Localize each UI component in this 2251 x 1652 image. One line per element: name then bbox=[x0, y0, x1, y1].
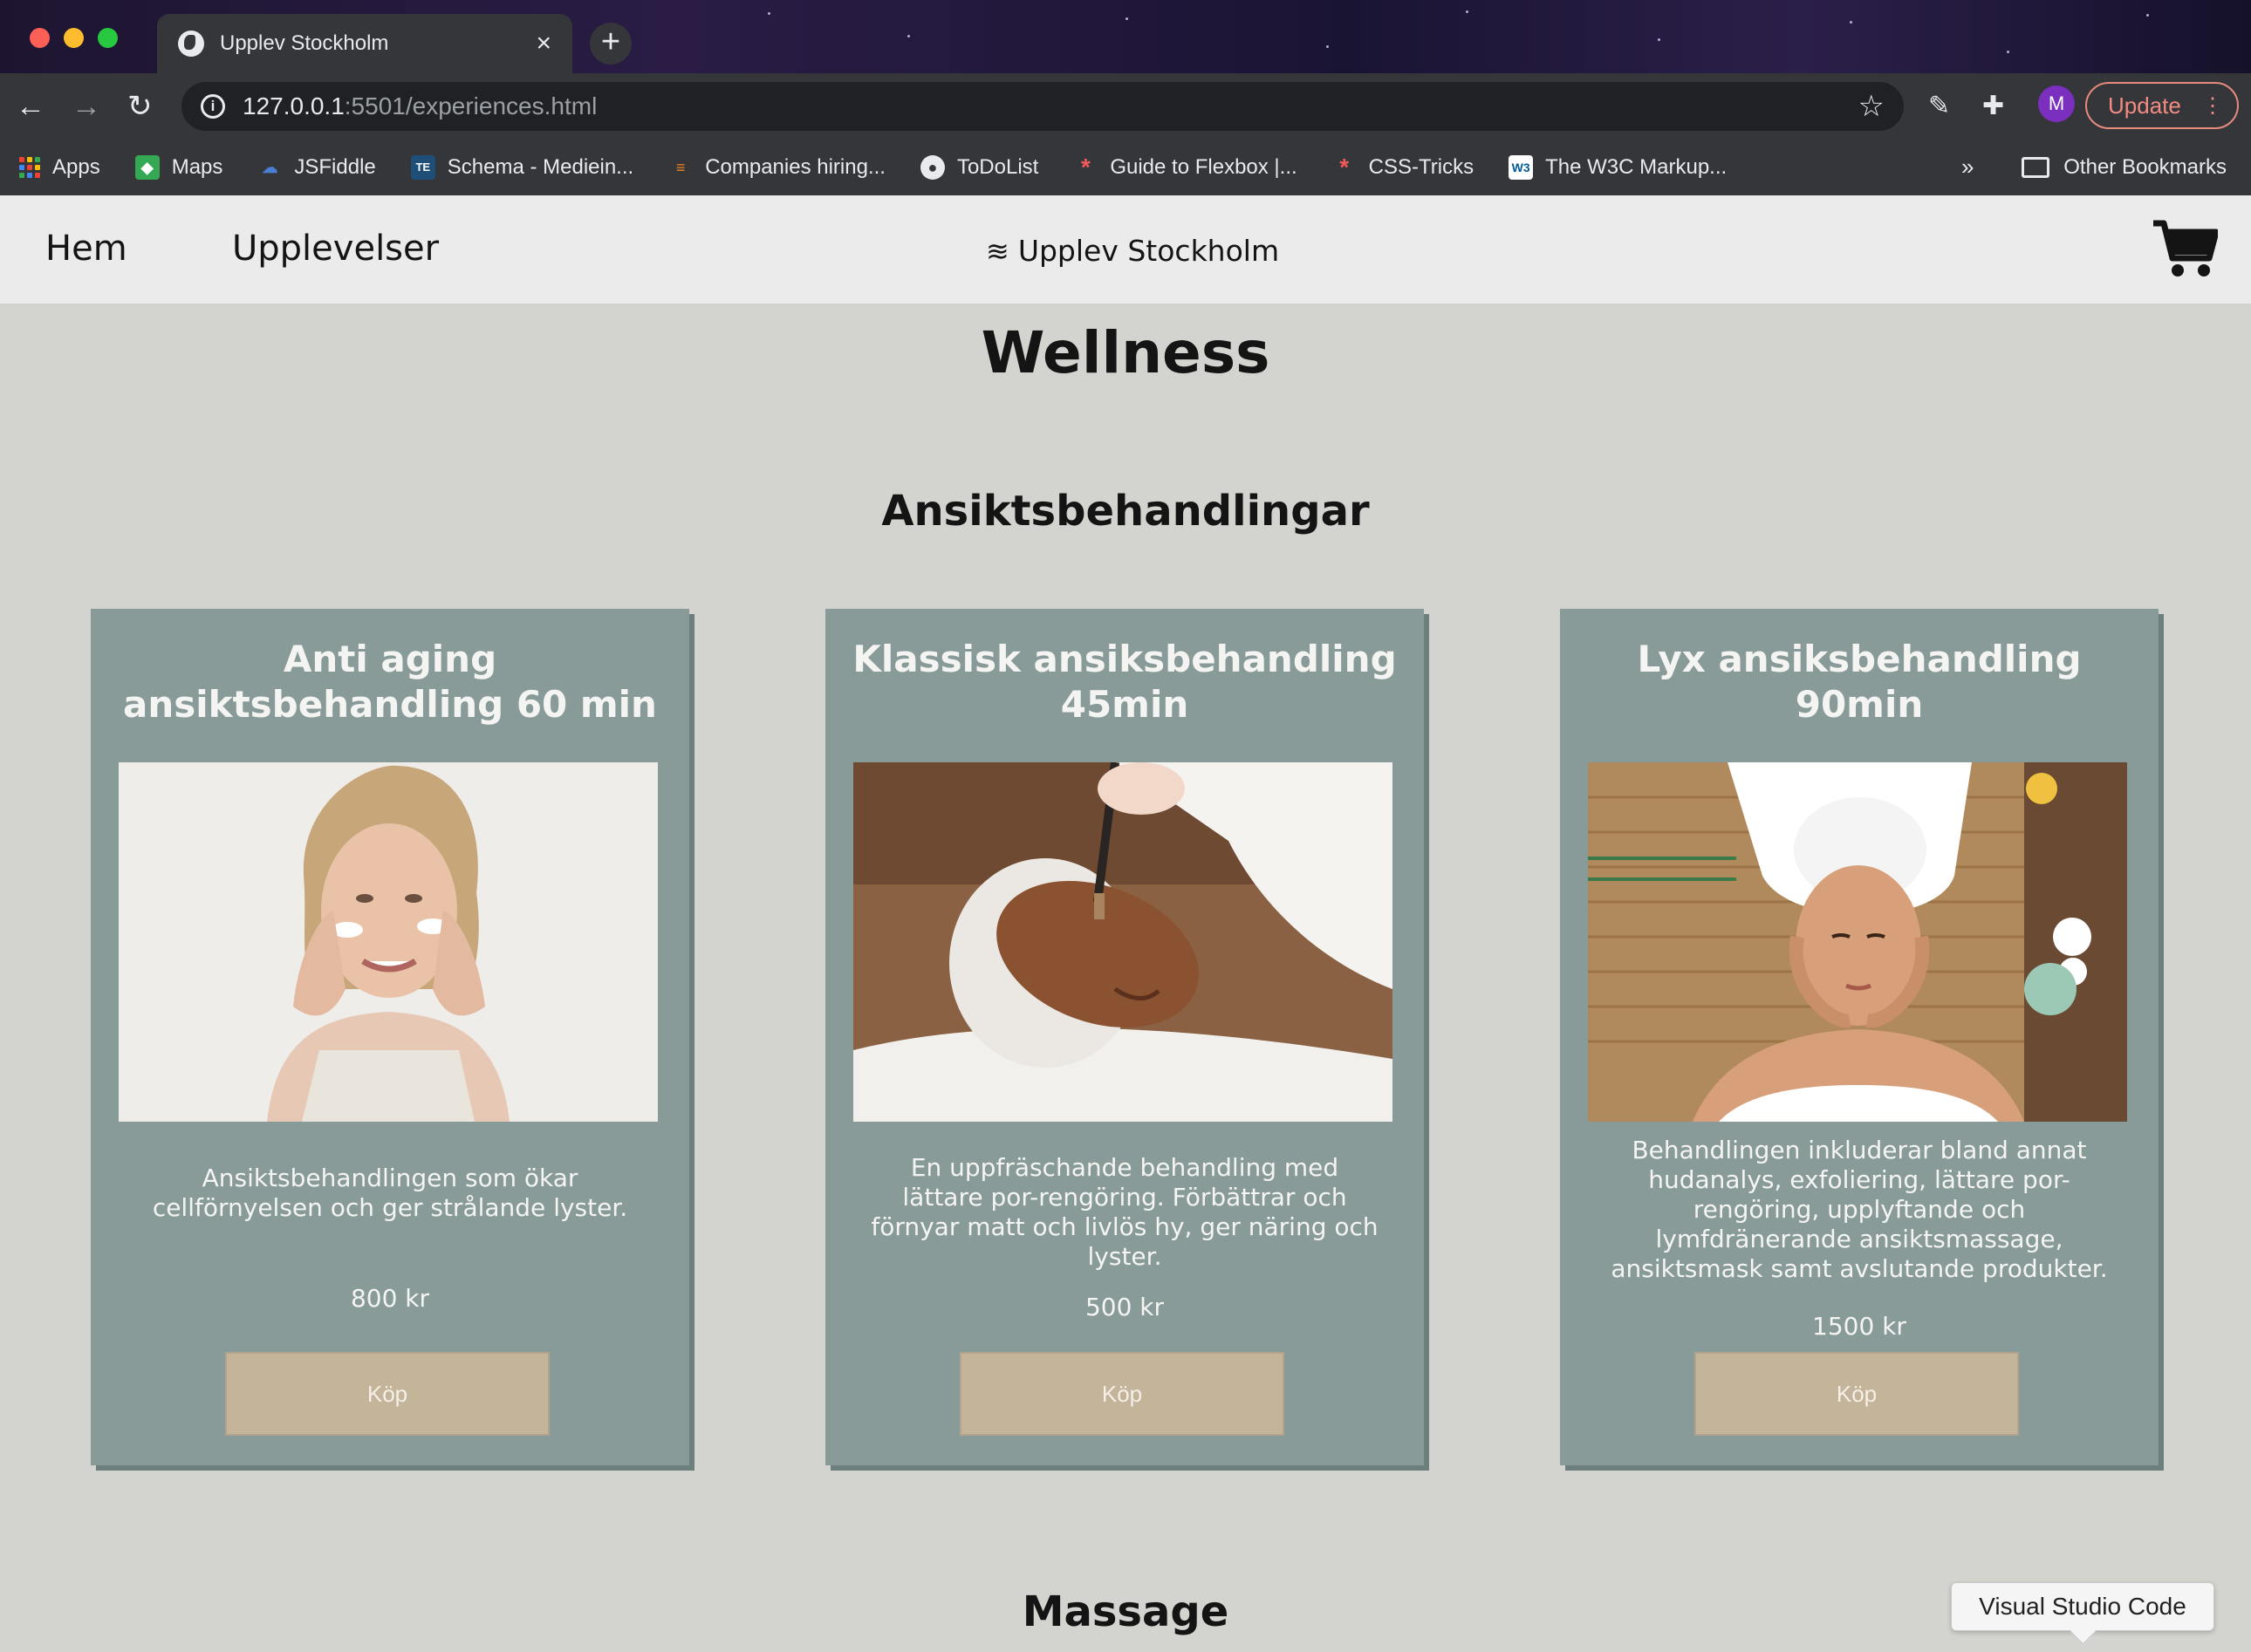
bookmark-label: JSFiddle bbox=[294, 155, 376, 179]
buy-button[interactable]: Köp bbox=[960, 1352, 1284, 1436]
update-button[interactable]: Update ⋮ bbox=[2085, 82, 2239, 129]
background-star bbox=[1466, 10, 1468, 13]
maximize-window-button[interactable] bbox=[98, 28, 118, 48]
bookmark-label: CSS-Tricks bbox=[1368, 155, 1474, 179]
bookmark-label: The W3C Markup... bbox=[1545, 155, 1728, 179]
wind-icon: ≋ bbox=[986, 234, 1009, 268]
site-header: Hem Upplevelser ≋ Upplev Stockholm bbox=[0, 195, 2251, 304]
bookmark-jsfiddle[interactable]: ☁ JSFiddle bbox=[257, 155, 375, 180]
close-tab-icon[interactable]: × bbox=[536, 29, 551, 58]
background-star bbox=[2146, 14, 2149, 17]
url-path: :5501/experiences.html bbox=[344, 92, 598, 119]
spa-massage-photo bbox=[1588, 762, 2127, 1122]
shopping-cart-icon[interactable] bbox=[2152, 218, 2218, 279]
clay-mask-photo bbox=[853, 762, 1392, 1122]
nav-link-experiences[interactable]: Upplevelser bbox=[232, 229, 439, 269]
info-icon[interactable]: i bbox=[201, 94, 225, 119]
background-star bbox=[1658, 38, 1660, 41]
card-price: 800 kr bbox=[350, 1284, 430, 1313]
card-description: Ansiktsbehandlingen som ökar cellförnyel… bbox=[152, 1164, 628, 1222]
address-bar[interactable]: i 127.0.0.1 :5501/experiences.html ☆ bbox=[181, 82, 1904, 131]
buy-button[interactable]: Köp bbox=[225, 1352, 550, 1436]
nav-link-home[interactable]: Hem bbox=[45, 229, 127, 269]
card-description: En uppfräschande behandling med lättare … bbox=[871, 1153, 1379, 1271]
forward-arrow-icon[interactable]: → bbox=[72, 89, 101, 124]
bookmark-label: Companies hiring... bbox=[705, 155, 886, 179]
folder-icon bbox=[2022, 157, 2050, 178]
eyedropper-extension-icon[interactable]: ✎ bbox=[1928, 91, 1950, 121]
background-star bbox=[1126, 17, 1128, 20]
menu-dots-icon: ⋮ bbox=[2202, 93, 2223, 118]
profile-avatar[interactable]: M bbox=[2038, 85, 2075, 122]
bookmark-label: Guide to Flexbox |... bbox=[1110, 155, 1297, 179]
section-title-massage: Massage bbox=[1022, 1587, 1229, 1636]
bookmark-label: ToDoList bbox=[956, 155, 1039, 179]
other-bookmarks[interactable]: Other Bookmarks bbox=[2022, 140, 2227, 195]
extensions-puzzle-icon[interactable]: ✚ bbox=[1982, 91, 2004, 121]
bookmarks-bar: Apps ◆ Maps ☁ JSFiddle TE Schema - Medie… bbox=[0, 140, 2251, 195]
section-title-facials: Ansiktsbehandlingar bbox=[881, 487, 1370, 536]
csstricks-icon: * bbox=[1080, 154, 1091, 181]
dock-tooltip: Visual Studio Code bbox=[1951, 1582, 2214, 1631]
bookmark-maps[interactable]: ◆ Maps bbox=[134, 155, 223, 180]
globe-icon bbox=[178, 31, 204, 57]
background-star bbox=[1326, 45, 1329, 48]
card-price: 1500 kr bbox=[1812, 1312, 1906, 1341]
product-card: Anti aging ansiktsbehandling 60 min Ansi… bbox=[91, 609, 689, 1465]
back-arrow-icon[interactable]: ← bbox=[16, 89, 45, 124]
close-window-button[interactable] bbox=[30, 28, 50, 48]
jsfiddle-icon: ☁ bbox=[262, 159, 278, 176]
page-title: Wellness bbox=[981, 319, 1270, 386]
card-image bbox=[119, 762, 658, 1122]
card-image bbox=[1588, 762, 2127, 1122]
card-title: Anti aging ansiktsbehandling 60 min bbox=[123, 638, 657, 726]
tab-title: Upplev Stockholm bbox=[220, 31, 389, 55]
apps-grid-icon bbox=[19, 157, 40, 178]
more-bookmarks-chevron[interactable]: » bbox=[1961, 154, 1974, 181]
bookmark-star-icon[interactable]: ☆ bbox=[1858, 89, 1885, 124]
url-host: 127.0.0.1 bbox=[243, 92, 345, 119]
background-star bbox=[1850, 21, 1852, 24]
browser-toolbar: ← → ↻ i 127.0.0.1 :5501/experiences.html… bbox=[0, 73, 2251, 140]
product-card: Lyx ansiksbehandling 90min Behandlingen … bbox=[1560, 609, 2159, 1465]
card-price: 500 kr bbox=[1084, 1293, 1165, 1321]
bookmark-todolist[interactable]: ● ToDoList bbox=[920, 155, 1038, 180]
bookmark-flexbox-guide[interactable]: * Guide to Flexbox |... bbox=[1073, 155, 1297, 180]
brand-name: Upplev Stockholm bbox=[1017, 234, 1280, 268]
other-bookmarks-label: Other Bookmarks bbox=[2063, 155, 2227, 179]
csstricks-icon: * bbox=[1339, 154, 1350, 181]
bookmark-apps[interactable]: Apps bbox=[19, 155, 100, 180]
bookmark-schema[interactable]: TE Schema - Mediein... bbox=[410, 155, 634, 180]
te-icon: TE bbox=[410, 155, 435, 180]
background-star bbox=[907, 35, 910, 38]
globe-icon: ● bbox=[920, 155, 945, 180]
bookmark-companies-hiring[interactable]: ≡ Companies hiring... bbox=[668, 155, 886, 180]
card-title: Klassisk ansiksbehandling 45min bbox=[852, 638, 1397, 726]
card-image bbox=[853, 762, 1392, 1122]
older-woman-photo bbox=[119, 762, 658, 1122]
active-tab[interactable]: Upplev Stockholm × bbox=[157, 14, 572, 73]
card-title: Lyx ansiksbehandling 90min bbox=[1637, 638, 2082, 726]
browser-tab-bar: Upplev Stockholm × + bbox=[0, 0, 2251, 73]
bookmark-label: Maps bbox=[171, 155, 223, 179]
product-card: Klassisk ansiksbehandling 45min En uppfr… bbox=[825, 609, 1424, 1465]
background-star bbox=[2007, 51, 2009, 53]
stackoverflow-icon: ≡ bbox=[675, 159, 686, 176]
brand-logo[interactable]: ≋ Upplev Stockholm bbox=[986, 234, 1279, 268]
maps-icon: ◆ bbox=[134, 155, 160, 180]
bookmark-w3c-markup[interactable]: W3 The W3C Markup... bbox=[1509, 155, 1727, 180]
buy-button[interactable]: Köp bbox=[1694, 1352, 2019, 1436]
update-label: Update bbox=[2108, 92, 2181, 119]
w3c-icon: W3 bbox=[1509, 155, 1534, 180]
new-tab-button[interactable]: + bbox=[590, 23, 632, 65]
bookmark-label: Apps bbox=[52, 155, 100, 179]
background-star bbox=[768, 12, 770, 15]
card-description: Behandlingen inkluderar bland annat huda… bbox=[1611, 1136, 2108, 1283]
minimize-window-button[interactable] bbox=[64, 28, 84, 48]
reload-icon[interactable]: ↻ bbox=[127, 89, 153, 124]
bookmark-css-tricks[interactable]: * CSS-Tricks bbox=[1332, 155, 1474, 180]
bookmark-label: Schema - Mediein... bbox=[447, 155, 634, 179]
